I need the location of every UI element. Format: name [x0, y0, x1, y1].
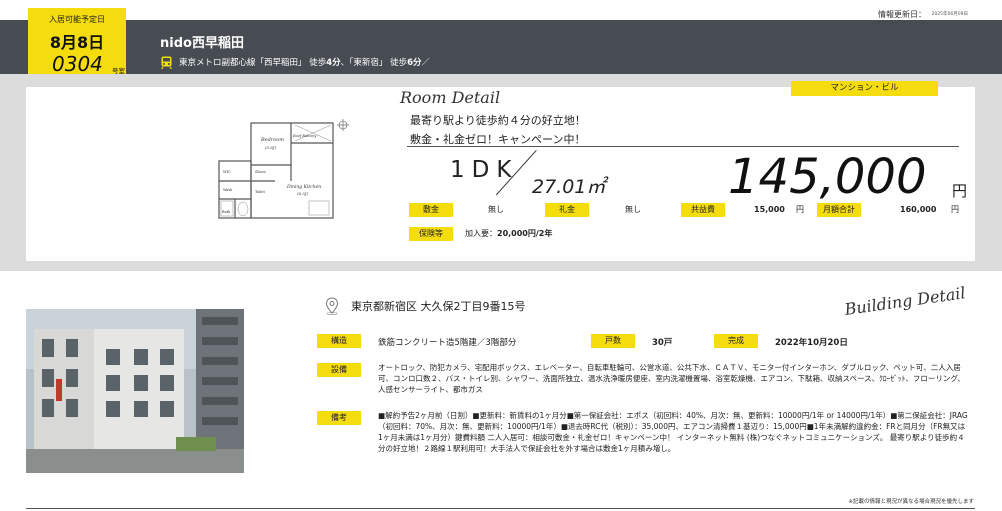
update-date-label: 情報更新日：: [878, 10, 926, 19]
building-detail-title: Building Detail: [843, 283, 967, 319]
fp-wic: WIC: [223, 170, 231, 174]
deposit-label: 敷金: [409, 203, 453, 217]
compass-icon: [337, 119, 349, 131]
catch-copy-1: 最寄り駅より徒歩約４分の好立地！: [410, 114, 586, 127]
train-icon: [161, 56, 172, 69]
remarks-label: 備考: [317, 411, 361, 425]
fp-bedroom: Bedroom: [260, 137, 284, 143]
fp-toilet: Toilet: [255, 190, 265, 194]
rent-unit: 円: [952, 182, 968, 200]
common-fee-value: 15,000: [754, 205, 785, 214]
insurance-label: 保険等: [409, 227, 453, 241]
fp-bedroom-size: (3.6J): [265, 145, 277, 150]
monthly-total-unit: 円: [951, 205, 959, 214]
divider: [407, 146, 959, 147]
rent-value: 145,000: [728, 149, 927, 205]
bottom-divider: [26, 508, 975, 509]
fp-wash: Wash: [223, 188, 233, 192]
key-money-value: 無し: [625, 205, 641, 214]
room-area: 27.01㎡: [532, 176, 606, 198]
deposit-value: 無し: [488, 205, 504, 214]
common-fee-label: 共益費: [681, 203, 725, 217]
movein-label: 入居可能予定日: [49, 15, 105, 24]
units-label: 戸数: [591, 334, 635, 348]
fp-dining-size: (6.5J): [297, 191, 309, 196]
address: 東京都新宿区 大久保2丁目9番15号: [351, 300, 526, 313]
fp-dining: Dining Kitchen: [286, 184, 321, 190]
monthly-total-label: 月額合計: [817, 203, 861, 217]
room-detail-title: Room Detail: [400, 88, 501, 107]
catch-copy-2: 敷金・礼金ゼロ！キャンペーン中！: [410, 133, 586, 146]
units-value: 30戸: [652, 338, 673, 348]
completed-label: 完成: [714, 334, 758, 348]
fp-roof-balcony: Roof Balcony: [292, 134, 317, 138]
structure-label: 構造: [317, 334, 361, 348]
property-type-badge: マンション・ビル: [791, 81, 938, 96]
monthly-total-value: 160,000: [900, 205, 937, 214]
completed-value: 2022年10月20日: [775, 338, 848, 348]
room-number: 0304: [52, 52, 103, 76]
remarks-value: ■解約予告2ヶ月前（日割）■更新料：新賃料の1ヶ月分■第一保証会社：エポス（初回…: [378, 411, 968, 453]
update-date-value: 2025年06月09日: [931, 12, 968, 17]
insurance-info: 加入要：20,000円/2年: [465, 229, 553, 238]
station-text: 東京メトロ副都心線「西早稲田」 徒歩4分、「東新宿」 徒歩6分／: [179, 58, 431, 68]
key-money-label: 礼金: [545, 203, 589, 217]
footer-notice: ※記載の情報と現況が異なる場合現況を優先します: [848, 499, 974, 505]
fp-bath: Bath: [222, 210, 231, 214]
facilities-label: 設備: [317, 363, 361, 377]
header-bar: [0, 20, 1002, 74]
structure-value: 鉄筋コンクリート造5階建／3階部分: [378, 338, 517, 348]
facilities-value: オートロック、防犯カメラ、宅配用ボックス、エレベーター、自転車駐輪可、公営水道、…: [378, 363, 965, 394]
station-info: 東京メトロ副都心線「西早稲田」 徒歩4分、「東新宿」 徒歩6分／: [160, 55, 430, 69]
building-photo: [26, 309, 244, 473]
fp-shoes: Shoes: [255, 170, 266, 174]
floor-plan: Bedroom (3.6J) Dining Kitchen (6.5J) Roo…: [218, 119, 349, 219]
building-name: nido西早稲田: [160, 36, 244, 51]
location-pin-icon: [325, 297, 339, 315]
movein-date: 8月8日: [49, 33, 105, 52]
common-fee-unit: 円: [796, 205, 804, 214]
